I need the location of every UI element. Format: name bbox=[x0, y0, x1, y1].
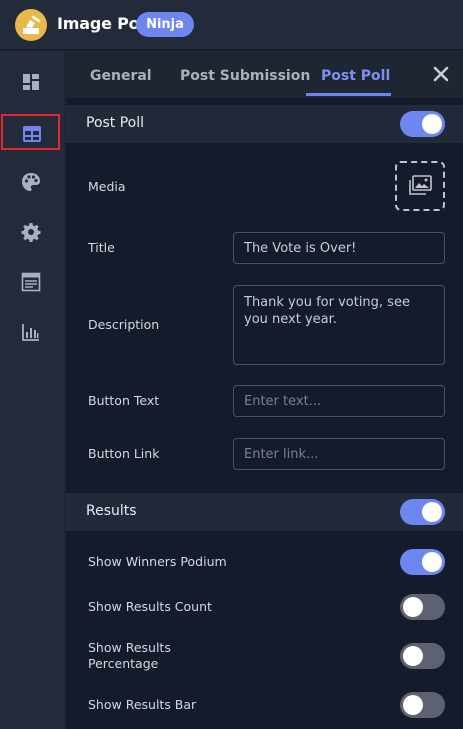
show-results-count-toggle[interactable] bbox=[400, 594, 445, 620]
settings-panel: General Post Submission Post Poll Post P… bbox=[66, 51, 463, 729]
tab-bar: General Post Submission Post Poll bbox=[66, 51, 463, 98]
show-winners-podium-label: Show Winners Podium bbox=[88, 554, 227, 569]
tab-post-poll[interactable]: Post Poll bbox=[321, 68, 390, 84]
close-icon[interactable] bbox=[432, 65, 450, 83]
show-results-bar-toggle[interactable] bbox=[400, 692, 445, 718]
app-logo-icon bbox=[15, 9, 47, 41]
post-poll-section-title: Post Poll bbox=[86, 115, 145, 131]
show-results-percentage-toggle[interactable] bbox=[400, 643, 445, 669]
description-textarea[interactable]: Thank you for voting, see you next year. bbox=[233, 285, 445, 365]
tab-post-submission[interactable]: Post Submission bbox=[180, 68, 310, 84]
button-link-input[interactable]: Enter link... bbox=[233, 438, 445, 470]
media-label: Media bbox=[88, 179, 126, 194]
active-tab-indicator bbox=[306, 93, 391, 96]
tab-general[interactable]: General bbox=[90, 68, 152, 84]
top-bar: Image Poll Ninja bbox=[0, 0, 463, 50]
title-input[interactable]: The Vote is Over! bbox=[233, 232, 445, 264]
results-toggle[interactable] bbox=[400, 499, 445, 525]
image-icon bbox=[409, 175, 432, 195]
list-icon[interactable] bbox=[14, 265, 48, 299]
plan-badge: Ninja bbox=[136, 12, 194, 37]
gear-icon[interactable] bbox=[14, 215, 48, 249]
media-upload-button[interactable] bbox=[395, 161, 445, 211]
results-section-title: Results bbox=[86, 503, 137, 519]
button-text-input[interactable]: Enter text... bbox=[233, 385, 445, 417]
show-winners-podium-toggle[interactable] bbox=[400, 549, 445, 575]
show-results-bar-label: Show Results Bar bbox=[88, 697, 197, 712]
post-poll-toggle[interactable] bbox=[400, 111, 445, 137]
dashboard-icon[interactable] bbox=[14, 65, 48, 99]
post-poll-section-header: Post Poll bbox=[66, 105, 463, 143]
description-label: Description bbox=[88, 317, 160, 332]
chart-icon[interactable] bbox=[14, 315, 48, 349]
button-link-label: Button Link bbox=[88, 446, 160, 461]
palette-icon[interactable] bbox=[14, 165, 48, 199]
title-label: Title bbox=[88, 240, 115, 255]
show-results-count-label: Show Results Count bbox=[88, 599, 212, 614]
results-section-header: Results bbox=[66, 493, 463, 531]
button-text-label: Button Text bbox=[88, 393, 160, 408]
sidebar bbox=[0, 51, 64, 729]
layout-icon[interactable] bbox=[1, 114, 60, 150]
show-results-percentage-label: Show Results Percentage bbox=[88, 640, 171, 671]
